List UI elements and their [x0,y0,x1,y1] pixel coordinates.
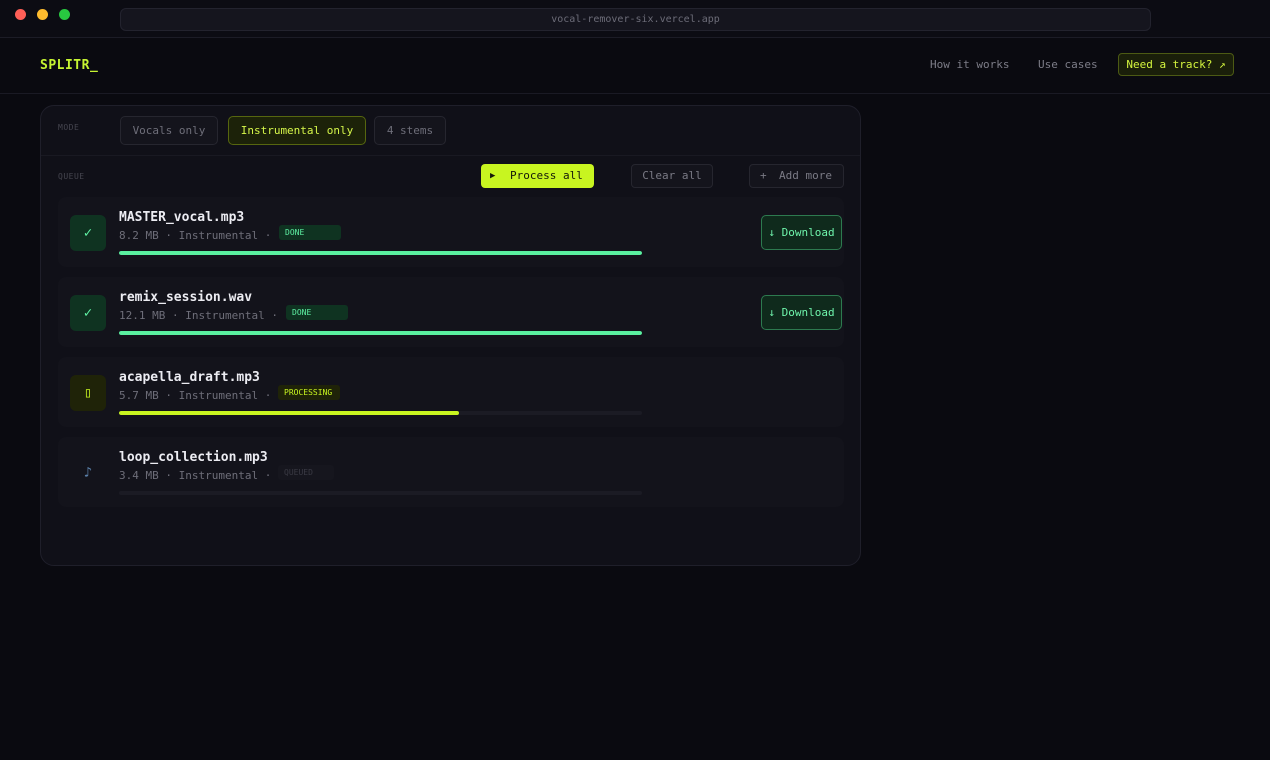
clear-all-button[interactable]: Clear all [631,164,713,188]
file-meta: 8.2 MB · Instrumental · [119,229,272,242]
status-badge: DONE [286,305,348,320]
progress-fill [119,331,642,335]
download-button[interactable]: ↓ Download [761,295,842,330]
nav-link-how-it-works[interactable]: How it works [930,58,1009,71]
progress-fill [119,411,459,415]
file-name: MASTER_vocal.mp3 [119,210,245,225]
progress-bar [119,331,642,335]
nav-link-use-cases[interactable]: Use cases [1038,58,1098,71]
file-name: acapella_draft.mp3 [119,370,260,385]
maximize-window-button[interactable] [59,9,70,20]
queue-item: ✓ MASTER_vocal.mp3 8.2 MB · Instrumental… [58,197,844,267]
splitter-panel: MODE Vocals only Instrumental only 4 ste… [40,105,861,566]
progress-bar [119,251,642,255]
plus-icon: + [760,169,767,182]
status-badge: QUEUED [278,465,334,480]
mode-selector: MODE Vocals only Instrumental only 4 ste… [41,106,860,156]
status-badge: PROCESSING [278,385,340,400]
mode-instrumental-only-button[interactable]: Instrumental only [228,116,366,145]
file-name: remix_session.wav [119,290,253,305]
queue-item: ▯ acapella_draft.mp3 5.7 MB · Instrument… [58,357,844,427]
add-more-label: Add more [779,169,832,182]
file-meta: 5.7 MB · Instrumental · [119,389,272,402]
queue-item: ✓ remix_session.wav 12.1 MB · Instrument… [58,277,844,347]
progress-bar [119,411,642,415]
process-all-label: Process all [510,169,583,182]
file-meta: 12.1 MB · Instrumental · [119,309,278,322]
music-note-icon: ♪ [83,465,93,481]
mode-label: MODE [58,123,80,132]
progress-fill [119,251,642,255]
play-icon: ▶ [490,171,496,181]
browser-chrome: vocal-remover-six.vercel.app [0,0,1270,38]
queue-item: ♪ loop_collection.mp3 3.4 MB · Instrumen… [58,437,844,507]
processing-icon: ▯ [70,375,106,411]
process-all-button[interactable]: ▶ Process all [481,164,594,188]
download-button[interactable]: ↓ Download [761,215,842,250]
logo[interactable]: SPLITR_ [40,58,98,73]
site-header: SPLITR_ How it works Use cases Need a tr… [0,38,1270,94]
check-icon: ✓ [70,295,106,331]
check-icon: ✓ [70,215,106,251]
url-bar[interactable]: vocal-remover-six.vercel.app [120,8,1151,31]
file-name: loop_collection.mp3 [119,450,268,465]
add-more-button[interactable]: + Add more [749,164,844,188]
mode-4-stems-button[interactable]: 4 stems [374,116,446,145]
queue-label: QUEUE [58,172,85,181]
progress-bar [119,491,642,495]
file-meta: 3.4 MB · Instrumental · [119,469,272,482]
close-window-button[interactable] [15,9,26,20]
minimize-window-button[interactable] [37,9,48,20]
need-a-track-button[interactable]: Need a track? ↗ [1118,53,1234,76]
status-badge: DONE [279,225,341,240]
mode-vocals-only-button[interactable]: Vocals only [120,116,218,145]
